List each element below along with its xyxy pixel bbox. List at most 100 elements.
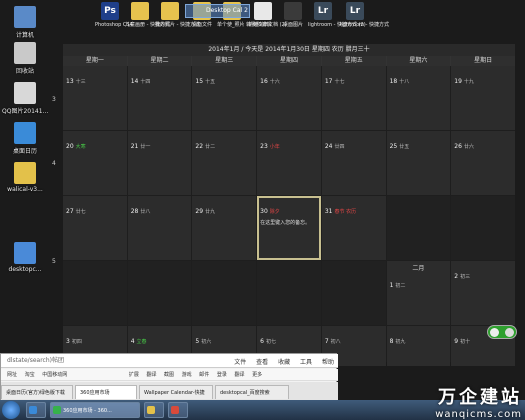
weekday-label: 星期六 (386, 56, 451, 66)
tab-baidu-search[interactable]: desktopcal_百度搜索 (215, 385, 289, 399)
image-file-icon (14, 82, 36, 104)
calendar-day-cell[interactable] (321, 261, 386, 325)
menu-view[interactable]: 查看 (256, 359, 268, 366)
folder-icon (131, 2, 149, 20)
calendar-day-cell[interactable]: 17 十七 (321, 66, 386, 130)
calendar-day-cell[interactable]: 23 小年 (257, 131, 321, 195)
lunar-date: 初九 (395, 339, 406, 345)
calendar-day-cell[interactable]: 19 十九 (451, 66, 515, 130)
day-number: 17 (324, 78, 333, 85)
calendar-day-cell[interactable]: 8 初九 (386, 326, 451, 366)
computer-icon[interactable]: 计算机 (2, 6, 48, 39)
bookmark-item[interactable]: 翻译 (146, 372, 156, 378)
calendar-toggle-switch[interactable] (487, 325, 517, 339)
calendar-day-cell[interactable]: 18 十八 (386, 66, 451, 130)
bookmark-item[interactable]: 游戏 (182, 372, 192, 378)
desktop-calendar-app-icon[interactable]: 桌面日历 (2, 122, 48, 155)
photoshop-icon: Ps (101, 2, 119, 20)
taskbar-app[interactable] (168, 402, 188, 418)
day-number: 5 (195, 338, 200, 345)
tab-desktopcal-download[interactable]: 桌面日历(官方)绿色版下载 (1, 385, 73, 399)
taskbar-ie[interactable] (26, 402, 46, 418)
calendar-day-cell[interactable]: 13 十三 (63, 66, 127, 130)
calendar-day-cell[interactable]: 24 廿四 (321, 131, 386, 195)
lunar-date: 十七 (334, 79, 345, 85)
lightroom-icon: Lr (346, 2, 364, 20)
day-number: 28 (130, 208, 139, 215)
tab-360-app-market[interactable]: 360应用市场 (75, 385, 137, 399)
my-photos-shortcut[interactable]: 我的照片 - 快捷方式 (155, 2, 200, 28)
calendar-day-cell[interactable]: 25 廿五 (386, 131, 451, 195)
bookmark-item[interactable]: 扩展 (129, 372, 139, 378)
menu-favorites[interactable]: 收藏 (278, 359, 290, 366)
walical-folder-icon[interactable]: walical-v3... (2, 162, 48, 193)
tab-wallpaper-calendar[interactable]: Wallpaper Calendar-快捷 (139, 385, 213, 399)
calendar-day-cell[interactable]: 26 廿六 (451, 131, 515, 195)
bookmark-item[interactable]: 邮件 (199, 372, 209, 378)
calendar-day-cell[interactable]: 21 廿一 (127, 131, 192, 195)
photo-convert-label: 单个使_照片 转换和编辑 (217, 22, 272, 28)
calendar-day-cell[interactable] (192, 261, 257, 325)
address-bar[interactable]: dlstate/search)帖团 文件 查看 收藏 工具 帮助 (1, 354, 338, 368)
taskbar-explorer[interactable] (144, 402, 164, 418)
bookmarks-bar: 网址 淘宝 中国移动网 扩展 翻译 截图 游戏 邮件 登录 翻译 更多 (1, 369, 338, 381)
day-number: 9 (454, 338, 459, 345)
folder-icon (161, 2, 179, 20)
desktop-pictures-shortcut[interactable]: 桌面图片 (278, 2, 308, 28)
bookmark-item[interactable]: 淘宝 (25, 372, 35, 378)
browser-icon (29, 406, 37, 414)
calendar-day-cell[interactable] (257, 261, 321, 325)
lunar-date: 立春 (136, 339, 147, 345)
calendar-day-cell[interactable] (127, 261, 192, 325)
bookmark-item[interactable]: 网址 (7, 372, 17, 378)
bookmark-item[interactable]: 登录 (217, 372, 227, 378)
calendar-day-cell[interactable] (63, 261, 127, 325)
calendar-day-cell[interactable]: 16 十六 (257, 66, 321, 130)
desktopcal-installer-icon[interactable]: desktopc... (2, 242, 48, 273)
calendar-day-cell[interactable]: 28 廿八 (127, 196, 192, 260)
bookmark-item[interactable]: 翻译 (234, 372, 244, 378)
calendar-day-cell[interactable]: 27 廿七 (63, 196, 127, 260)
calendar-day-cell[interactable]: 31 春节 农历 (321, 196, 386, 260)
calendar-day-cell[interactable]: 14 十四 (127, 66, 192, 130)
folder-icon (14, 162, 36, 184)
calendar-day-cell[interactable] (451, 196, 515, 260)
lightroom-shortcut-2[interactable]: Lr lightroom - 快捷方式 (2) (308, 2, 366, 28)
calendar-day-cell[interactable] (386, 196, 451, 260)
menu-file[interactable]: 文件 (234, 359, 246, 366)
calendar-icon (14, 122, 36, 144)
calendar-day-cell[interactable]: 30 除夕 在这里键入您的备忘。 (257, 196, 321, 260)
lunar-date: 廿六 (463, 144, 474, 150)
children-album-shortcut[interactable]: 儿童画册 - 快捷方式 (125, 2, 170, 28)
new-text-doc-shortcut[interactable]: 新建文本文档 (2) (248, 2, 287, 28)
start-button[interactable] (2, 401, 20, 419)
weekday-label: 星期一 (63, 56, 127, 66)
recycle-bin-icon-glyph (14, 42, 36, 64)
taskbar-360-browser[interactable]: 360应用市场 - 360... (50, 402, 140, 418)
day-number: 6 (260, 338, 264, 345)
weekday-label: 星期日 (451, 56, 515, 66)
lightroom-shortcut[interactable]: Lr lightroom - 快捷方式 (340, 2, 389, 28)
bookmark-item[interactable]: 中国移动网 (42, 372, 67, 378)
toggle-knob (490, 328, 499, 337)
calendar-day-cell[interactable]: 15 十五 (192, 66, 257, 130)
calendar-day-cell[interactable]: 20 大寒 (63, 131, 127, 195)
qq-image-file-icon[interactable]: QQ图片20141... (2, 82, 48, 115)
bookmark-item[interactable]: 更多 (252, 372, 262, 378)
calendar-day-cell[interactable]: 2 初三 (451, 261, 515, 325)
menu-tools[interactable]: 工具 (300, 359, 312, 366)
lunar-date: 十六 (269, 79, 280, 85)
menu-help[interactable]: 帮助 (322, 359, 334, 366)
calendar-day-cell[interactable]: 29 廿九 (192, 196, 257, 260)
calendar-day-cell[interactable]: 二月 1 初二 (386, 261, 451, 325)
recycle-bin-icon[interactable]: 回收站 (2, 42, 48, 75)
computer-icon-glyph (14, 6, 36, 28)
image-folder-icon (284, 2, 302, 20)
today-note[interactable]: 在这里键入您的备忘。 (260, 219, 318, 226)
calendar-day-cell[interactable]: 22 廿二 (192, 131, 257, 195)
bookmark-item[interactable]: 截图 (164, 372, 174, 378)
photoshop-shortcut[interactable]: Ps Photoshop CS4 (95, 2, 133, 28)
day-number: 31 (324, 208, 333, 215)
dragging-shortcut-label[interactable]: Desktop Cal 2 (185, 4, 250, 18)
lunar-date: 初六 (201, 339, 212, 345)
